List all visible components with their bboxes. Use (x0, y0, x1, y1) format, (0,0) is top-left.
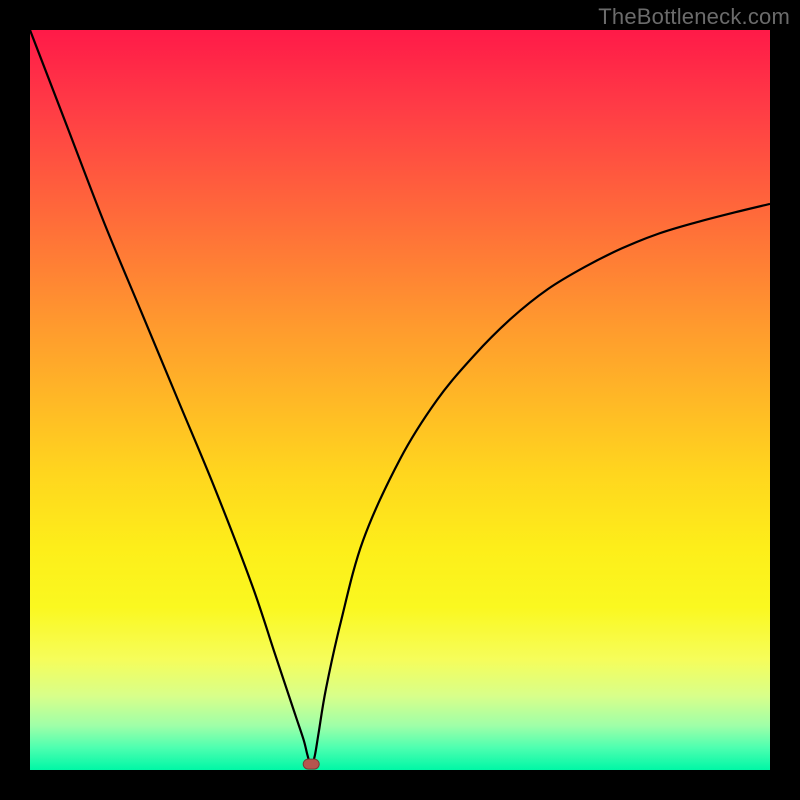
watermark-text: TheBottleneck.com (598, 4, 790, 30)
curve-line (30, 30, 770, 766)
bottleneck-curve (30, 30, 770, 770)
minimum-marker (303, 759, 319, 769)
chart-frame: TheBottleneck.com (0, 0, 800, 800)
plot-area (30, 30, 770, 770)
